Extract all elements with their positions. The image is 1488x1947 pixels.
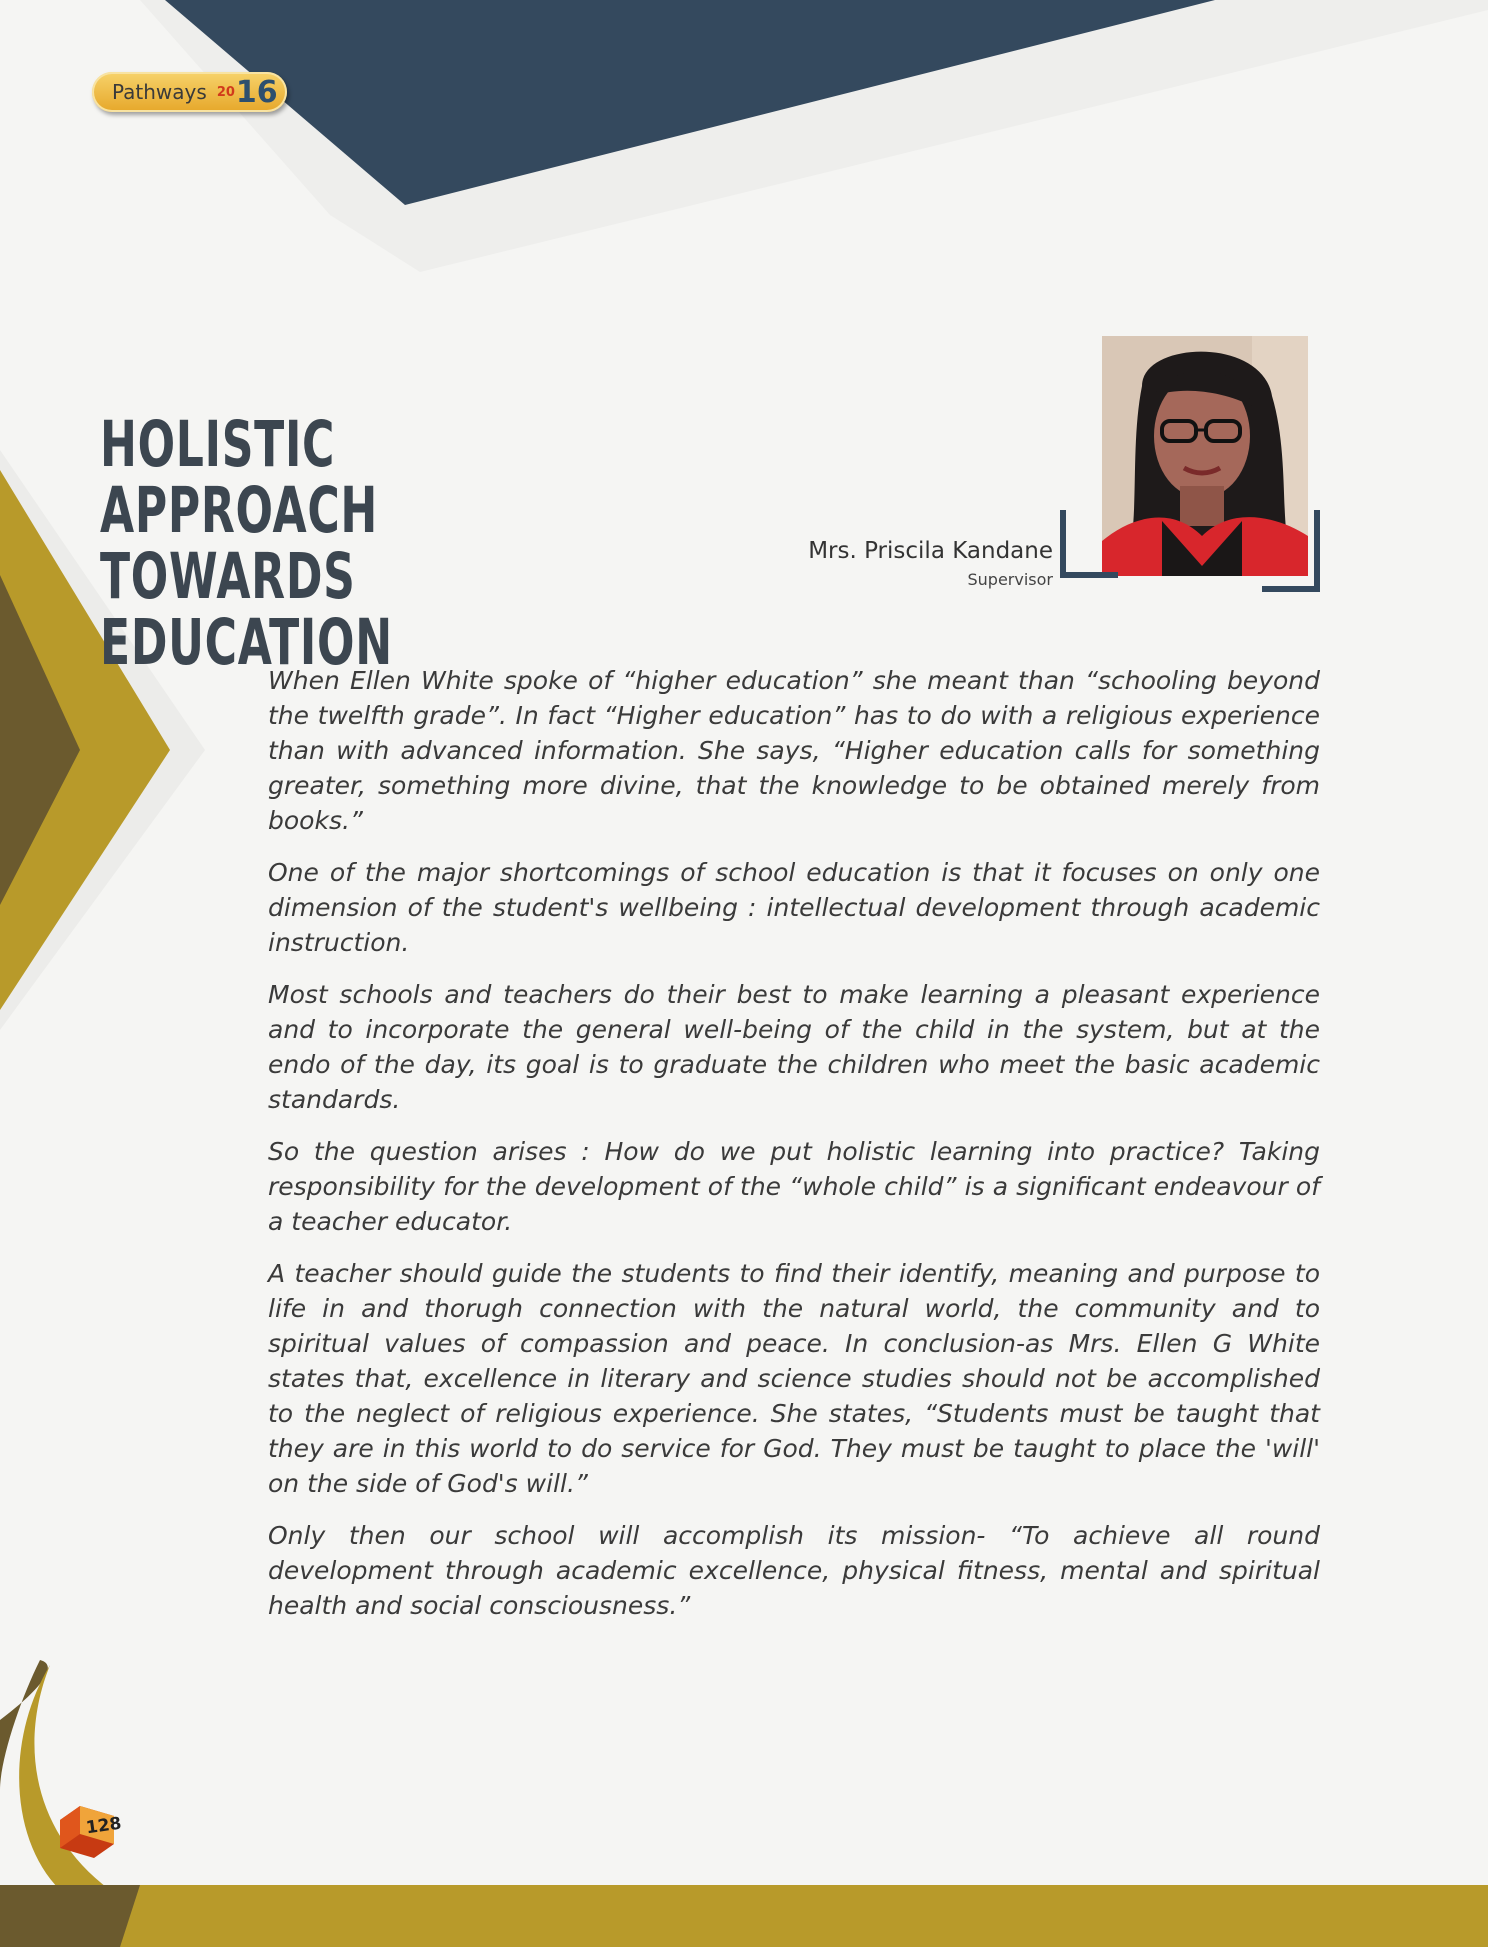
article-title: HOLISTIC APPROACH TOWARDS EDUCATION (100, 412, 604, 676)
author-name: Mrs. Priscila Kandane (808, 538, 1053, 564)
paragraph: Only then our school will accomplish its… (268, 1521, 1320, 1620)
paragraph: Most schools and teachers do their best … (268, 980, 1320, 1114)
paragraph: One of the major shortcomings of school … (268, 858, 1320, 957)
badge-year-large: 16 (235, 74, 278, 110)
photo-frame-right-bracket (1262, 510, 1320, 592)
badge-word: Pathways (112, 80, 207, 104)
author-byline: Mrs. Priscila Kandane Supervisor (808, 538, 1053, 589)
paragraph: So the question arises : How do we put h… (268, 1137, 1320, 1236)
article-body: When Ellen White spoke of “higher educat… (268, 663, 1320, 1640)
pathways-2016-badge: Pathways 20 16 (92, 72, 287, 112)
paragraph: When Ellen White spoke of “higher educat… (268, 666, 1320, 835)
author-role: Supervisor (967, 570, 1054, 589)
bottom-gold-band (0, 1885, 1488, 1947)
paragraph: A teacher should guide the students to f… (268, 1259, 1320, 1498)
bottom-brown-wedge (0, 1885, 140, 1947)
badge-year-small: 20 (216, 84, 235, 100)
page-number-cube: 128 (56, 1806, 123, 1858)
title-line-1: HOLISTIC APPROACH TOWARDS (100, 408, 379, 613)
photo-frame-left-bracket (1060, 510, 1118, 578)
